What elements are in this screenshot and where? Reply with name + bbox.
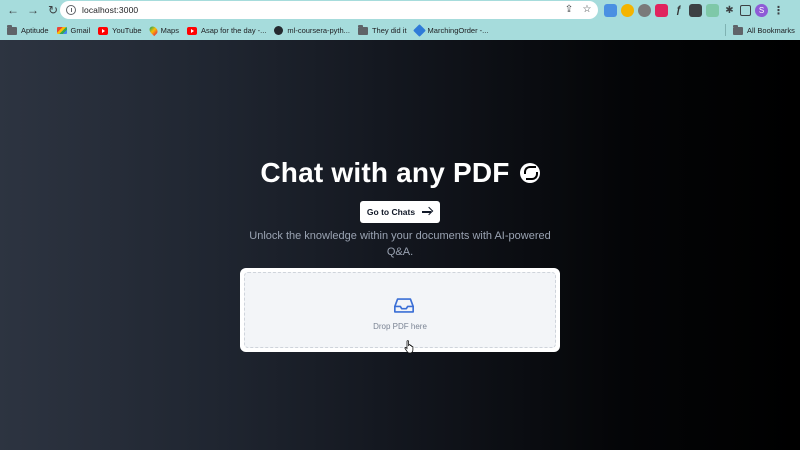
bookmarks-bar: Aptitude Gmail YouTube Maps Asap for the… bbox=[0, 21, 800, 40]
extensions-bar: ƒ ✱ S ⋮ bbox=[604, 2, 785, 18]
bookmark-they-did-it[interactable]: They did it bbox=[357, 23, 407, 39]
avatar[interactable]: S bbox=[755, 3, 768, 17]
star-icon[interactable]: ☆ bbox=[582, 4, 592, 16]
bookmark-label: YouTube bbox=[112, 26, 142, 35]
inbox-icon bbox=[394, 298, 414, 313]
address-bar[interactable]: localhost:3000 ⇪ ☆ bbox=[60, 1, 598, 19]
sidepanel-icon[interactable] bbox=[740, 4, 751, 16]
ext-icon-3[interactable] bbox=[638, 3, 651, 17]
arrow-right-icon bbox=[421, 206, 433, 218]
bookmark-maps[interactable]: Maps bbox=[147, 23, 179, 39]
logo-icon bbox=[519, 163, 540, 183]
bookmark-marchingorder[interactable]: MarchingOrder -... bbox=[412, 23, 489, 39]
ext-icon-7[interactable] bbox=[706, 3, 719, 17]
all-bookmarks-label: All Bookmarks bbox=[747, 26, 795, 35]
github-icon bbox=[274, 26, 284, 35]
go-to-chats-label: Go to Chats bbox=[366, 207, 416, 217]
forward-button[interactable]: → bbox=[24, 1, 42, 19]
bookmark-label: ml-coursera-pyth... bbox=[287, 26, 350, 35]
bookmark-asap[interactable]: Asap for the day -... bbox=[186, 23, 267, 39]
browser-toolbar: ← → ↻ localhost:3000 ⇪ ☆ ƒ ✱ S ⋮ bbox=[0, 0, 800, 20]
hero-subtitle: Unlock the knowledge within your documen… bbox=[249, 230, 551, 258]
bookmark-youtube[interactable]: YouTube bbox=[98, 23, 142, 39]
youtube-icon bbox=[98, 26, 109, 35]
ext-icon-5[interactable]: ƒ bbox=[672, 4, 685, 17]
bookmark-aptitude[interactable]: Aptitude bbox=[7, 23, 49, 39]
bookmark-gmail[interactable]: Gmail bbox=[56, 23, 91, 39]
site-info-icon[interactable] bbox=[66, 5, 76, 15]
folder-icon bbox=[7, 24, 17, 35]
gmail-icon bbox=[56, 27, 67, 34]
puzzle-icon[interactable]: ✱ bbox=[723, 4, 736, 17]
youtube-icon bbox=[186, 26, 197, 35]
ext-icon-2[interactable] bbox=[621, 3, 634, 17]
ext-icon-1[interactable] bbox=[604, 3, 617, 17]
bookmarks-divider bbox=[725, 24, 726, 36]
page-title: Chat with any PDF bbox=[260, 157, 510, 188]
pdf-dropzone[interactable]: Drop PDF here bbox=[244, 272, 556, 348]
back-button[interactable]: ← bbox=[4, 1, 22, 19]
go-to-chats-button[interactable]: Go to Chats bbox=[360, 201, 440, 223]
ext-icon-6[interactable] bbox=[689, 3, 702, 17]
bookmark-label: Maps bbox=[160, 26, 179, 35]
all-bookmarks[interactable]: All Bookmarks bbox=[733, 21, 795, 40]
maps-icon bbox=[147, 24, 159, 37]
bookmark-label: Gmail bbox=[70, 26, 91, 35]
share-icon[interactable]: ⇪ bbox=[564, 4, 574, 16]
folder-icon bbox=[733, 24, 743, 35]
upload-card: Drop PDF here bbox=[240, 268, 560, 352]
ext-icon-4[interactable] bbox=[655, 3, 668, 17]
address-bar-url[interactable]: localhost:3000 bbox=[82, 5, 138, 15]
browser-chrome: ← → ↻ localhost:3000 ⇪ ☆ ƒ ✱ S ⋮ Aptitud… bbox=[0, 0, 800, 40]
bookmark-label: MarchingOrder -... bbox=[427, 26, 489, 35]
bookmark-label: They did it bbox=[371, 26, 407, 35]
dropzone-label: Drop PDF here bbox=[373, 322, 427, 331]
menu-icon[interactable]: ⋮ bbox=[772, 4, 785, 17]
hero-title-row: Chat with any PDF bbox=[0, 157, 800, 189]
bookmark-label: Asap for the day -... bbox=[200, 26, 267, 35]
page: Chat with any PDF Go to Chats Unlock the… bbox=[0, 40, 800, 450]
marchingorder-icon bbox=[412, 24, 426, 37]
hand-cursor-icon bbox=[404, 340, 414, 354]
bookmark-ml-coursera[interactable]: ml-coursera-pyth... bbox=[274, 23, 350, 39]
folder-icon bbox=[357, 24, 368, 35]
bookmark-label: Aptitude bbox=[21, 26, 49, 35]
